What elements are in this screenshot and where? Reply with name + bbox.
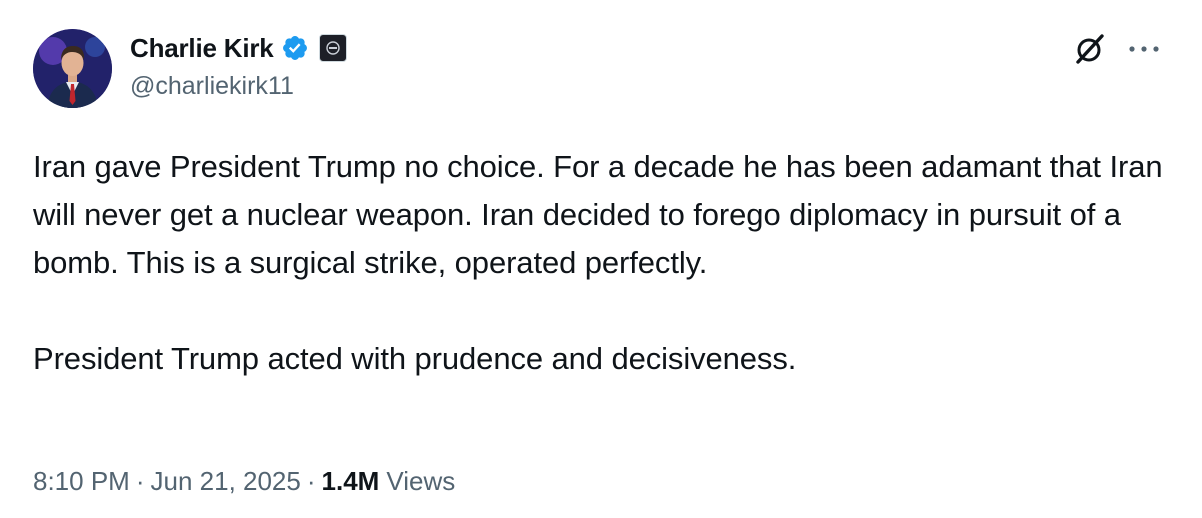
- display-name[interactable]: Charlie Kirk: [130, 33, 274, 64]
- grok-icon[interactable]: [1072, 31, 1108, 67]
- views-count[interactable]: 1.4M: [322, 466, 380, 497]
- avatar-image: [33, 29, 112, 108]
- author-handle[interactable]: @charliekirk11: [130, 72, 294, 101]
- tweet-date[interactable]: Jun 21, 2025: [151, 466, 301, 497]
- verified-badge-icon[interactable]: [281, 34, 309, 62]
- tweet-metadata: 8:10 PM · Jun 21, 2025 · 1.4M Views: [33, 466, 455, 497]
- meta-separator: ·: [135, 466, 145, 496]
- meta-separator: ·: [306, 466, 316, 496]
- more-options-icon[interactable]: [1126, 40, 1162, 58]
- tweet-time[interactable]: 8:10 PM: [33, 466, 130, 497]
- views-label: Views: [386, 466, 456, 496]
- avatar[interactable]: [33, 29, 112, 108]
- author-name-row: Charlie Kirk: [130, 30, 347, 66]
- tweet-card: Charlie Kirk @charliekirk11 Iran gave Pr…: [0, 0, 1202, 518]
- tweet-text: Iran gave President Trump no choice. For…: [33, 149, 1163, 376]
- affiliate-logo-icon[interactable]: [318, 34, 347, 62]
